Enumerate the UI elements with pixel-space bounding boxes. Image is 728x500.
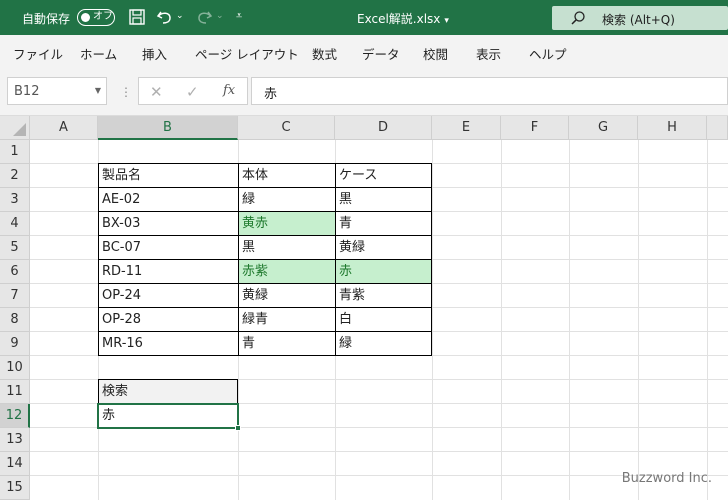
row-header-2[interactable]: 2 xyxy=(0,164,30,188)
cell-c4[interactable]: 黄赤 xyxy=(238,212,335,236)
title-bar: 自動保存 オフ ⌄ ⌄ ⩡ Excel解説.xlsx ▾ 検索 (Alt+Q) xyxy=(0,0,728,35)
chevron-down-icon: ▾ xyxy=(444,16,449,26)
save-icon[interactable] xyxy=(128,8,146,26)
column-header-g[interactable]: G xyxy=(569,116,638,140)
gridline xyxy=(501,140,502,500)
column-header-c[interactable]: C xyxy=(238,116,335,140)
formula-input-value: 赤 xyxy=(264,87,278,102)
select-all-button[interactable] xyxy=(0,116,30,140)
gridline xyxy=(432,140,433,500)
cell-b2[interactable]: 製品名 xyxy=(98,164,238,188)
cell-b7[interactable]: OP-24 xyxy=(98,284,238,308)
row-header-15[interactable]: 15 xyxy=(0,476,30,500)
cell-d4[interactable]: 青 xyxy=(335,212,432,236)
undo-icon[interactable] xyxy=(156,8,174,26)
tab-insert[interactable]: 挿入 xyxy=(142,44,167,63)
cell-c5[interactable]: 黒 xyxy=(238,236,335,260)
row-header-7[interactable]: 7 xyxy=(0,284,30,308)
watermark: Buzzword Inc. xyxy=(621,471,712,486)
gridline xyxy=(707,140,708,500)
column-header-partial[interactable] xyxy=(707,116,728,140)
tab-file[interactable]: ファイル xyxy=(13,44,63,63)
ribbon-tabs: ファイル ホーム 挿入 ページ レイアウト 数式 データ 校閲 表示 ヘルプ xyxy=(0,35,728,67)
gridline xyxy=(569,140,570,500)
more-options-icon[interactable]: ⋮ xyxy=(120,85,132,99)
row-header-13[interactable]: 13 xyxy=(0,428,30,452)
document-title-text: Excel解説.xlsx xyxy=(357,12,441,26)
redo-icon[interactable] xyxy=(195,8,213,26)
cell-b6[interactable]: RD-11 xyxy=(98,260,238,284)
search-box[interactable]: 検索 (Alt+Q) xyxy=(552,6,728,30)
cell-c7[interactable]: 黄緑 xyxy=(238,284,335,308)
tab-data[interactable]: データ xyxy=(362,44,400,63)
autosave-toggle[interactable]: オフ xyxy=(77,9,115,26)
row-header-12[interactable]: 12 xyxy=(0,404,30,428)
row-header-8[interactable]: 8 xyxy=(0,308,30,332)
cell-b5[interactable]: BC-07 xyxy=(98,236,238,260)
redo-dropdown-icon[interactable]: ⌄ xyxy=(216,11,234,29)
autosave-label: 自動保存 xyxy=(22,12,71,26)
cell-b3[interactable]: AE-02 xyxy=(98,188,238,212)
gridline xyxy=(30,451,728,452)
cell-b11[interactable]: 検索 xyxy=(98,380,238,404)
cell-c3[interactable]: 緑 xyxy=(238,188,335,212)
row-header-4[interactable]: 4 xyxy=(0,212,30,236)
cell-d8[interactable]: 白 xyxy=(335,308,432,332)
column-header-h[interactable]: H xyxy=(638,116,707,140)
customize-toolbar-icon[interactable]: ⩡ xyxy=(236,9,254,27)
row-header-5[interactable]: 5 xyxy=(0,236,30,260)
tab-page-layout[interactable]: ページ レイアウト xyxy=(195,44,299,63)
tab-review[interactable]: 校閲 xyxy=(423,44,448,63)
row-header-10[interactable]: 10 xyxy=(0,356,30,380)
row-header-11[interactable]: 11 xyxy=(0,380,30,404)
cell-b9[interactable]: MR-16 xyxy=(98,332,238,356)
cell-d2[interactable]: ケース xyxy=(335,164,432,188)
cell-c9[interactable]: 青 xyxy=(238,332,335,356)
confirm-icon[interactable]: ✓ xyxy=(186,83,199,101)
insert-function-icon[interactable]: fx xyxy=(223,83,235,98)
cell-c6[interactable]: 赤紫 xyxy=(238,260,335,284)
document-title[interactable]: Excel解説.xlsx ▾ xyxy=(357,10,449,27)
toggle-knob xyxy=(81,13,90,22)
cell-d7[interactable]: 青紫 xyxy=(335,284,432,308)
formula-bar: B12 ▼ ⋮ ✕ ✓ fx 赤 xyxy=(0,67,728,116)
tab-help[interactable]: ヘルプ xyxy=(529,44,567,63)
chevron-down-icon[interactable]: ▼ xyxy=(95,86,101,95)
cell-b4[interactable]: BX-03 xyxy=(98,212,238,236)
column-header-b[interactable]: B xyxy=(98,116,238,140)
active-cell-selection[interactable] xyxy=(97,403,241,431)
cell-c8[interactable]: 緑青 xyxy=(238,308,335,332)
row-header-6[interactable]: 6 xyxy=(0,260,30,284)
cell-d5[interactable]: 黄緑 xyxy=(335,236,432,260)
cell-c2[interactable]: 本体 xyxy=(238,164,335,188)
formula-input[interactable]: 赤 xyxy=(251,77,728,105)
row-header-3[interactable]: 3 xyxy=(0,188,30,212)
name-box[interactable]: B12 ▼ xyxy=(7,77,107,105)
column-header-d[interactable]: D xyxy=(335,116,432,140)
column-header-a[interactable]: A xyxy=(30,116,98,140)
tab-formulas[interactable]: 数式 xyxy=(312,44,337,63)
cancel-icon[interactable]: ✕ xyxy=(150,83,163,101)
fill-handle[interactable] xyxy=(235,425,241,431)
name-box-value: B12 xyxy=(14,84,40,99)
cell-d9[interactable]: 緑 xyxy=(335,332,432,356)
undo-dropdown-icon[interactable]: ⌄ xyxy=(176,11,194,29)
gridline xyxy=(638,140,639,500)
worksheet-grid[interactable]: A B C D E F G H 1 2 3 4 5 6 7 8 9 10 11 … xyxy=(0,116,728,500)
cell-d3[interactable]: 黒 xyxy=(335,188,432,212)
column-header-f[interactable]: F xyxy=(501,116,569,140)
row-header-9[interactable]: 9 xyxy=(0,332,30,356)
search-icon xyxy=(570,10,586,26)
formula-buttons: ✕ ✓ fx xyxy=(138,77,248,105)
tab-view[interactable]: 表示 xyxy=(476,44,501,63)
cell-b8[interactable]: OP-28 xyxy=(98,308,238,332)
row-header-14[interactable]: 14 xyxy=(0,452,30,476)
row-header-1[interactable]: 1 xyxy=(0,140,30,164)
tab-home[interactable]: ホーム xyxy=(80,44,117,63)
column-header-e[interactable]: E xyxy=(432,116,501,140)
cell-d6[interactable]: 赤 xyxy=(335,260,432,284)
select-all-icon xyxy=(13,123,26,136)
search-placeholder: 検索 (Alt+Q) xyxy=(602,13,675,27)
autosave-state: オフ xyxy=(93,11,113,22)
